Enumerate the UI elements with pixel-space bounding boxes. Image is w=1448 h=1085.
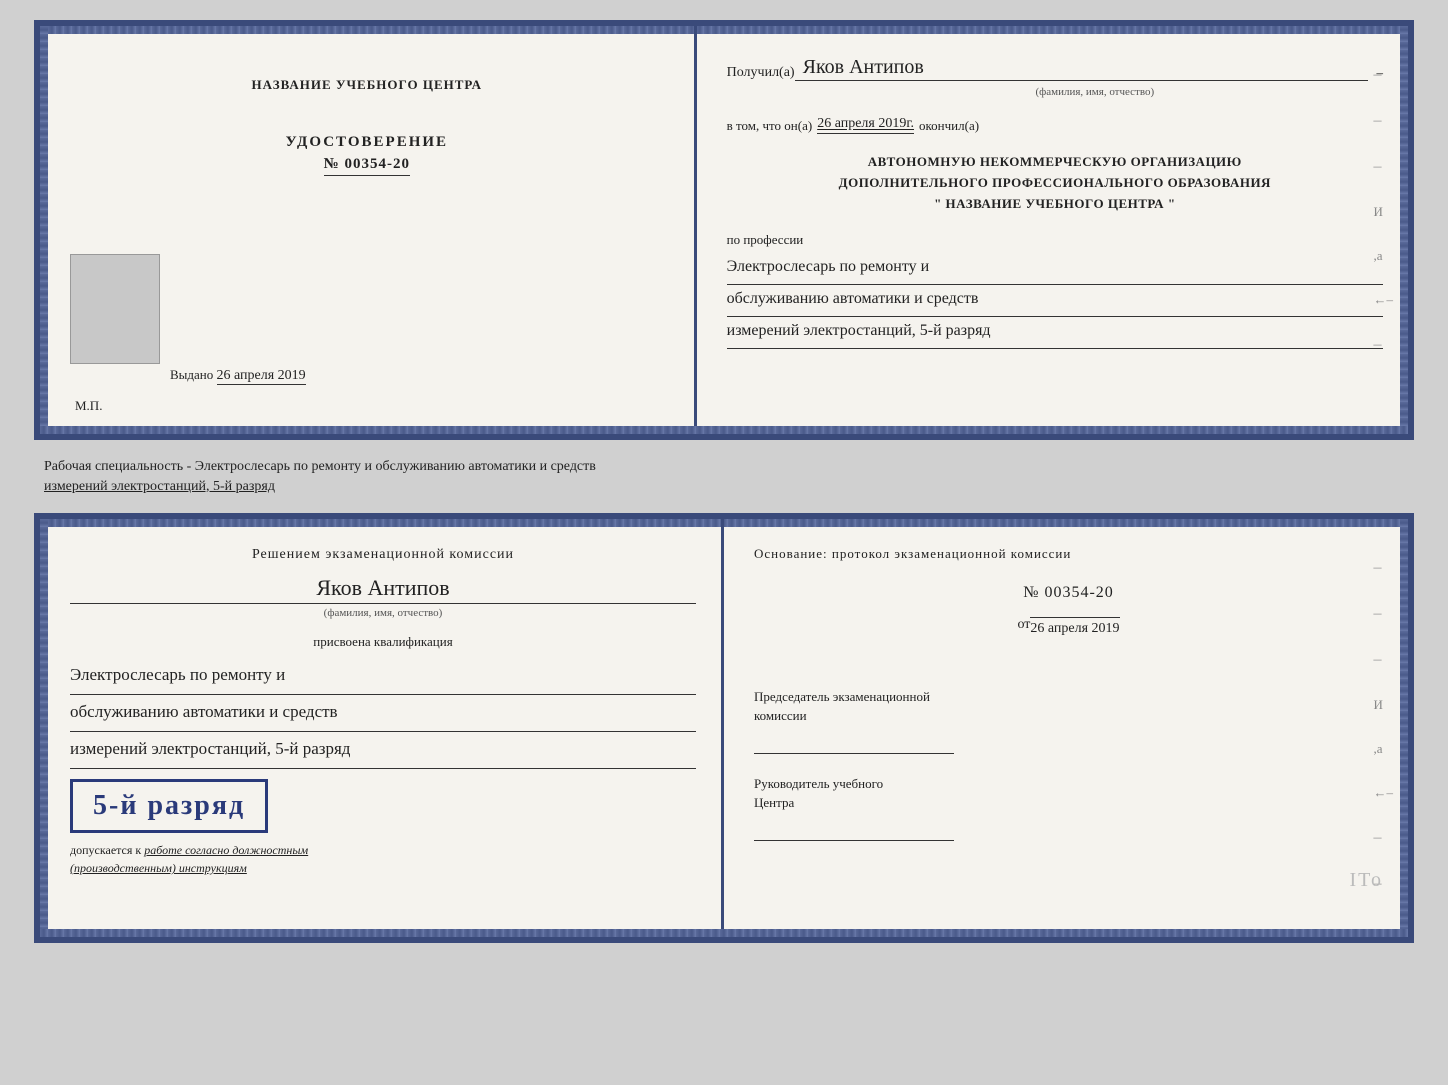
specialty-note: Рабочая специальность - Электрослесарь п… (34, 452, 1414, 501)
photo-placeholder (70, 254, 160, 364)
protocol-date-line: от 26 апреля 2019 (754, 617, 1383, 662)
допускается-line: допускается к работе согласно должностны… (70, 841, 696, 877)
chairman-label: Председатель экзаменационной комиссии (754, 687, 1383, 726)
statement-prefix: в том, что он(а) (727, 118, 813, 134)
recipient-sub-label: (фамилия, имя, отчество) (807, 86, 1383, 98)
right-side-marks-top: – – – И ,а ←– – (1373, 66, 1393, 354)
statement-date: 26 апреля 2019г. (817, 116, 914, 134)
допускается-prefix: допускается к (70, 843, 141, 857)
protocol-number: № 00354-20 (754, 584, 1383, 602)
issued-prefix: Выдано (170, 367, 213, 382)
org-line2: ДОПОЛНИТЕЛЬНОГО ПРОФЕССИОНАЛЬНОГО ОБРАЗО… (727, 173, 1383, 194)
bottom-right-page: Основание: протокол экзаменационной коми… (724, 519, 1408, 937)
specialty-line1: Рабочая специальность - Электрослесарь п… (44, 459, 596, 474)
qualification-label: присвоена квалификация (70, 634, 696, 650)
org-line1: АВТОНОМНУЮ НЕКОММЕРЧЕСКУЮ ОРГАНИЗАЦИЮ (727, 152, 1383, 173)
chairman-label1: Председатель экзаменационной (754, 689, 930, 704)
ito-watermark: ITo (1350, 869, 1383, 892)
recipient-prefix: Получил(а) (727, 65, 795, 81)
director-label1: Руководитель учебного (754, 776, 883, 791)
recipient-name: Яков Антипов (795, 56, 1369, 81)
chairman-label2: комиссии (754, 708, 807, 723)
bottom-left-page: Решением экзаменационной комиссии Яков А… (40, 519, 724, 937)
qual-line2: обслуживанию автоматики и средств (70, 695, 696, 732)
statement-suffix: окончил(а) (919, 118, 979, 134)
top-book: НАЗВАНИЕ УЧЕБНОГО ЦЕНТРА УДОСТОВЕРЕНИЕ №… (34, 20, 1414, 440)
rank-badge: 5-й разряд (70, 779, 268, 833)
top-left-page: НАЗВАНИЕ УЧЕБНОГО ЦЕНТРА УДОСТОВЕРЕНИЕ №… (40, 26, 697, 434)
director-label: Руководитель учебного Центра (754, 774, 1383, 813)
profession-line3: измерений электростанций, 5-й разряд (727, 317, 1383, 349)
protocol-date: 26 апреля 2019 (1030, 617, 1119, 637)
инструкции-italic: (производственным) инструкциям (70, 861, 247, 875)
profession-text: Электрослесарь по ремонту и обслуживанию… (727, 253, 1383, 348)
mp-label: М.П. (75, 398, 102, 414)
protocol-date-prefix: от (1017, 617, 1030, 662)
cert-label: УДОСТОВЕРЕНИЕ (286, 134, 449, 151)
specialty-line2: измерений электростанций, 5-й разряд (44, 479, 275, 494)
org-line3: " НАЗВАНИЕ УЧЕБНОГО ЦЕНТРА " (727, 194, 1383, 215)
commission-name: Яков Антипов (70, 575, 696, 604)
profession-label: по профессии (727, 232, 1383, 248)
org-block: АВТОНОМНУЮ НЕКОММЕРЧЕСКУЮ ОРГАНИЗАЦИЮ ДО… (727, 152, 1383, 214)
bottom-book: Решением экзаменационной комиссии Яков А… (34, 513, 1414, 943)
issued-line: Выдано 26 апреля 2019 (170, 367, 306, 384)
profession-line2: обслуживанию автоматики и средств (727, 285, 1383, 317)
top-right-page: Получил(а) Яков Антипов – (фамилия, имя,… (697, 26, 1408, 434)
top-left-center-title: НАЗВАНИЕ УЧЕБНОГО ЦЕНТРА (252, 76, 483, 94)
qual-line1: Электрослесарь по ремонту и (70, 658, 696, 695)
document-wrapper: НАЗВАНИЕ УЧЕБНОГО ЦЕНТРА УДОСТОВЕРЕНИЕ №… (34, 20, 1414, 943)
chairman-signature-line (754, 734, 954, 754)
qual-line3: измерений электростанций, 5-й разряд (70, 732, 696, 769)
statement-line: в том, что он(а) 26 апреля 2019г. окончи… (727, 116, 1383, 134)
recipient-line: Получил(а) Яков Антипов – (727, 56, 1383, 81)
cert-number: № 00354-20 (324, 156, 410, 176)
director-signature-line (754, 821, 954, 841)
director-label2: Центра (754, 795, 794, 810)
profession-line1: Электрослесарь по ремонту и (727, 253, 1383, 285)
допускается-italic: работе согласно должностным (144, 843, 308, 857)
basis-title: Основание: протокол экзаменационной коми… (754, 544, 1383, 564)
commission-sub-label: (фамилия, имя, отчество) (70, 607, 696, 619)
commission-title: Решением экзаменационной комиссии (70, 544, 696, 565)
qualification-text: Электрослесарь по ремонту и обслуживанию… (70, 658, 696, 769)
issued-date: 26 апреля 2019 (217, 368, 306, 385)
